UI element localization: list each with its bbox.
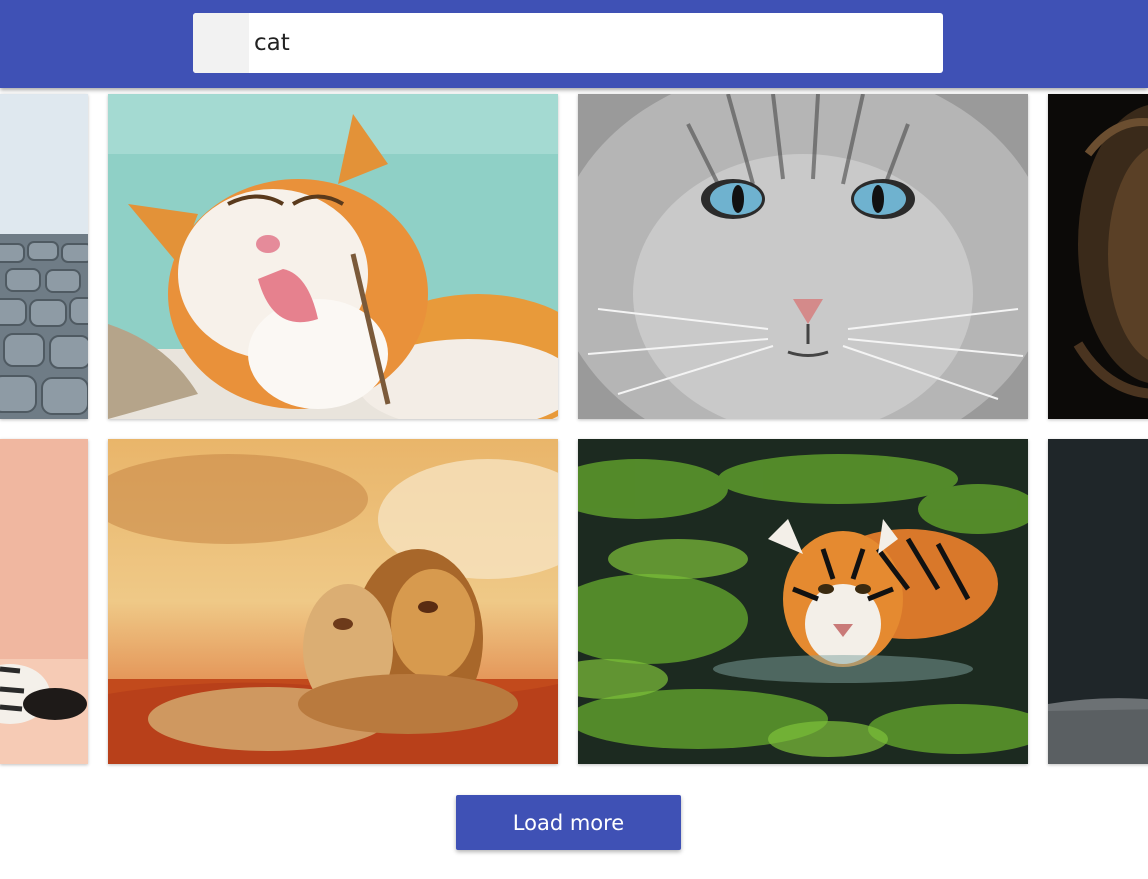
gallery-image-cobblestone[interactable]	[0, 94, 88, 419]
load-more-button[interactable]: Load more	[456, 795, 681, 850]
gallery-image-cat-paw[interactable]	[0, 439, 88, 764]
gallery-image-lions-sunset[interactable]	[108, 439, 558, 764]
gallery-image-gray-cat[interactable]	[578, 94, 1028, 419]
image-gallery	[0, 0, 1148, 879]
app-header	[0, 0, 1148, 88]
gallery-image-dark-animal[interactable]	[1048, 439, 1148, 764]
gallery-image-tiger-water[interactable]	[578, 439, 1028, 764]
search-button[interactable]	[193, 13, 249, 73]
search-bar	[193, 13, 943, 73]
gallery-image-dark-lion[interactable]	[1048, 94, 1148, 419]
search-input[interactable]	[249, 13, 943, 73]
gallery-image-orange-cat[interactable]	[108, 94, 558, 419]
